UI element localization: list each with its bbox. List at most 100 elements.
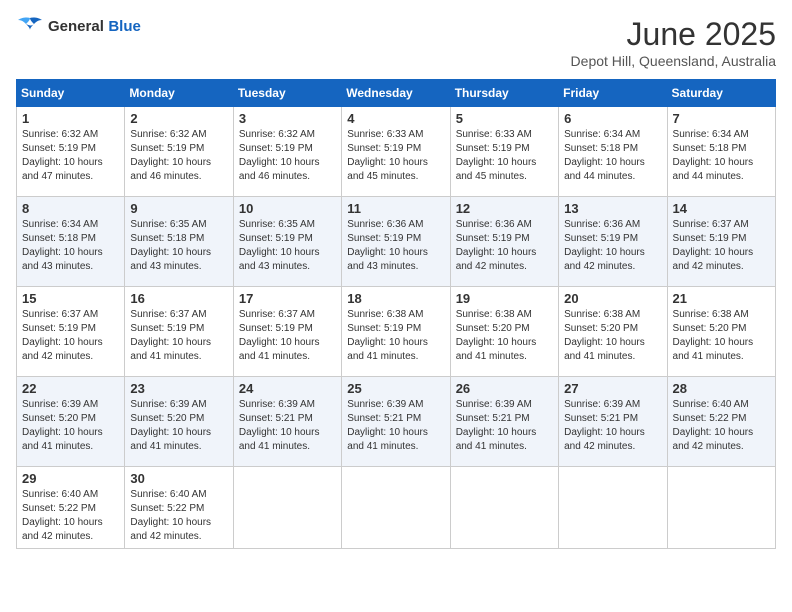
day-number: 20 (564, 291, 661, 306)
day-info: Sunrise: 6:40 AM Sunset: 5:22 PM Dayligh… (673, 398, 770, 454)
calendar-cell: 15 Sunrise: 6:37 AM Sunset: 5:19 PM Dayl… (17, 287, 125, 377)
calendar-cell: 6 Sunrise: 6:34 AM Sunset: 5:18 PM Dayli… (559, 107, 667, 197)
calendar-cell: 21 Sunrise: 6:38 AM Sunset: 5:20 PM Dayl… (667, 287, 775, 377)
day-info: Sunrise: 6:39 AM Sunset: 5:21 PM Dayligh… (456, 398, 553, 454)
day-number: 1 (22, 111, 119, 126)
calendar-header-row: SundayMondayTuesdayWednesdayThursdayFrid… (17, 80, 776, 107)
calendar-cell: 17 Sunrise: 6:37 AM Sunset: 5:19 PM Dayl… (233, 287, 341, 377)
day-info: Sunrise: 6:38 AM Sunset: 5:19 PM Dayligh… (347, 308, 444, 364)
day-info: Sunrise: 6:39 AM Sunset: 5:21 PM Dayligh… (564, 398, 661, 454)
day-info: Sunrise: 6:40 AM Sunset: 5:22 PM Dayligh… (22, 488, 119, 544)
calendar-cell (233, 467, 341, 549)
day-number: 7 (673, 111, 770, 126)
calendar-cell: 2 Sunrise: 6:32 AM Sunset: 5:19 PM Dayli… (125, 107, 233, 197)
calendar-header-thursday: Thursday (450, 80, 558, 107)
day-number: 9 (130, 201, 227, 216)
day-number: 29 (22, 471, 119, 486)
day-number: 22 (22, 381, 119, 396)
day-number: 11 (347, 201, 444, 216)
day-number: 25 (347, 381, 444, 396)
day-number: 28 (673, 381, 770, 396)
calendar-cell: 13 Sunrise: 6:36 AM Sunset: 5:19 PM Dayl… (559, 197, 667, 287)
calendar-cell: 12 Sunrise: 6:36 AM Sunset: 5:19 PM Dayl… (450, 197, 558, 287)
day-number: 26 (456, 381, 553, 396)
calendar-cell: 3 Sunrise: 6:32 AM Sunset: 5:19 PM Dayli… (233, 107, 341, 197)
subtitle: Depot Hill, Queensland, Australia (571, 53, 776, 69)
calendar-header-wednesday: Wednesday (342, 80, 450, 107)
calendar-cell: 19 Sunrise: 6:38 AM Sunset: 5:20 PM Dayl… (450, 287, 558, 377)
calendar-cell (559, 467, 667, 549)
calendar-header-saturday: Saturday (667, 80, 775, 107)
calendar-cell: 30 Sunrise: 6:40 AM Sunset: 5:22 PM Dayl… (125, 467, 233, 549)
day-info: Sunrise: 6:35 AM Sunset: 5:18 PM Dayligh… (130, 218, 227, 274)
day-info: Sunrise: 6:34 AM Sunset: 5:18 PM Dayligh… (673, 128, 770, 184)
day-info: Sunrise: 6:37 AM Sunset: 5:19 PM Dayligh… (239, 308, 336, 364)
logo-text: General Blue (48, 18, 141, 36)
day-number: 6 (564, 111, 661, 126)
calendar-cell: 18 Sunrise: 6:38 AM Sunset: 5:19 PM Dayl… (342, 287, 450, 377)
calendar-cell: 14 Sunrise: 6:37 AM Sunset: 5:19 PM Dayl… (667, 197, 775, 287)
calendar-week-row: 22 Sunrise: 6:39 AM Sunset: 5:20 PM Dayl… (17, 377, 776, 467)
calendar-cell: 8 Sunrise: 6:34 AM Sunset: 5:18 PM Dayli… (17, 197, 125, 287)
day-number: 13 (564, 201, 661, 216)
calendar-header-monday: Monday (125, 80, 233, 107)
calendar: SundayMondayTuesdayWednesdayThursdayFrid… (16, 79, 776, 549)
calendar-cell: 20 Sunrise: 6:38 AM Sunset: 5:20 PM Dayl… (559, 287, 667, 377)
day-number: 24 (239, 381, 336, 396)
day-info: Sunrise: 6:32 AM Sunset: 5:19 PM Dayligh… (22, 128, 119, 184)
calendar-cell: 22 Sunrise: 6:39 AM Sunset: 5:20 PM Dayl… (17, 377, 125, 467)
day-info: Sunrise: 6:38 AM Sunset: 5:20 PM Dayligh… (564, 308, 661, 364)
day-number: 4 (347, 111, 444, 126)
calendar-cell (450, 467, 558, 549)
calendar-header-friday: Friday (559, 80, 667, 107)
calendar-cell: 4 Sunrise: 6:33 AM Sunset: 5:19 PM Dayli… (342, 107, 450, 197)
day-number: 15 (22, 291, 119, 306)
title-area: June 2025 Depot Hill, Queensland, Austra… (571, 16, 776, 69)
day-number: 2 (130, 111, 227, 126)
day-info: Sunrise: 6:39 AM Sunset: 5:20 PM Dayligh… (130, 398, 227, 454)
calendar-cell: 10 Sunrise: 6:35 AM Sunset: 5:19 PM Dayl… (233, 197, 341, 287)
calendar-cell: 16 Sunrise: 6:37 AM Sunset: 5:19 PM Dayl… (125, 287, 233, 377)
day-info: Sunrise: 6:34 AM Sunset: 5:18 PM Dayligh… (564, 128, 661, 184)
logo-icon (16, 16, 44, 38)
calendar-header-tuesday: Tuesday (233, 80, 341, 107)
day-info: Sunrise: 6:40 AM Sunset: 5:22 PM Dayligh… (130, 488, 227, 544)
day-info: Sunrise: 6:36 AM Sunset: 5:19 PM Dayligh… (347, 218, 444, 274)
day-number: 30 (130, 471, 227, 486)
calendar-cell (667, 467, 775, 549)
day-info: Sunrise: 6:33 AM Sunset: 5:19 PM Dayligh… (347, 128, 444, 184)
day-number: 19 (456, 291, 553, 306)
calendar-week-row: 29 Sunrise: 6:40 AM Sunset: 5:22 PM Dayl… (17, 467, 776, 549)
day-info: Sunrise: 6:32 AM Sunset: 5:19 PM Dayligh… (130, 128, 227, 184)
day-info: Sunrise: 6:34 AM Sunset: 5:18 PM Dayligh… (22, 218, 119, 274)
calendar-header-sunday: Sunday (17, 80, 125, 107)
logo-blue: Blue (108, 18, 141, 35)
calendar-cell: 27 Sunrise: 6:39 AM Sunset: 5:21 PM Dayl… (559, 377, 667, 467)
day-info: Sunrise: 6:36 AM Sunset: 5:19 PM Dayligh… (564, 218, 661, 274)
calendar-cell: 1 Sunrise: 6:32 AM Sunset: 5:19 PM Dayli… (17, 107, 125, 197)
day-number: 3 (239, 111, 336, 126)
day-number: 8 (22, 201, 119, 216)
calendar-week-row: 15 Sunrise: 6:37 AM Sunset: 5:19 PM Dayl… (17, 287, 776, 377)
calendar-cell: 11 Sunrise: 6:36 AM Sunset: 5:19 PM Dayl… (342, 197, 450, 287)
day-number: 27 (564, 381, 661, 396)
day-number: 5 (456, 111, 553, 126)
calendar-cell: 28 Sunrise: 6:40 AM Sunset: 5:22 PM Dayl… (667, 377, 775, 467)
day-info: Sunrise: 6:36 AM Sunset: 5:19 PM Dayligh… (456, 218, 553, 274)
day-info: Sunrise: 6:37 AM Sunset: 5:19 PM Dayligh… (22, 308, 119, 364)
day-number: 17 (239, 291, 336, 306)
header: General Blue June 2025 Depot Hill, Queen… (16, 16, 776, 69)
calendar-cell: 29 Sunrise: 6:40 AM Sunset: 5:22 PM Dayl… (17, 467, 125, 549)
logo: General Blue (16, 16, 141, 38)
month-title: June 2025 (571, 16, 776, 53)
day-info: Sunrise: 6:37 AM Sunset: 5:19 PM Dayligh… (130, 308, 227, 364)
day-info: Sunrise: 6:39 AM Sunset: 5:20 PM Dayligh… (22, 398, 119, 454)
day-number: 21 (673, 291, 770, 306)
day-number: 23 (130, 381, 227, 396)
calendar-cell: 24 Sunrise: 6:39 AM Sunset: 5:21 PM Dayl… (233, 377, 341, 467)
day-info: Sunrise: 6:39 AM Sunset: 5:21 PM Dayligh… (347, 398, 444, 454)
calendar-cell: 25 Sunrise: 6:39 AM Sunset: 5:21 PM Dayl… (342, 377, 450, 467)
calendar-cell: 9 Sunrise: 6:35 AM Sunset: 5:18 PM Dayli… (125, 197, 233, 287)
day-number: 14 (673, 201, 770, 216)
day-number: 12 (456, 201, 553, 216)
